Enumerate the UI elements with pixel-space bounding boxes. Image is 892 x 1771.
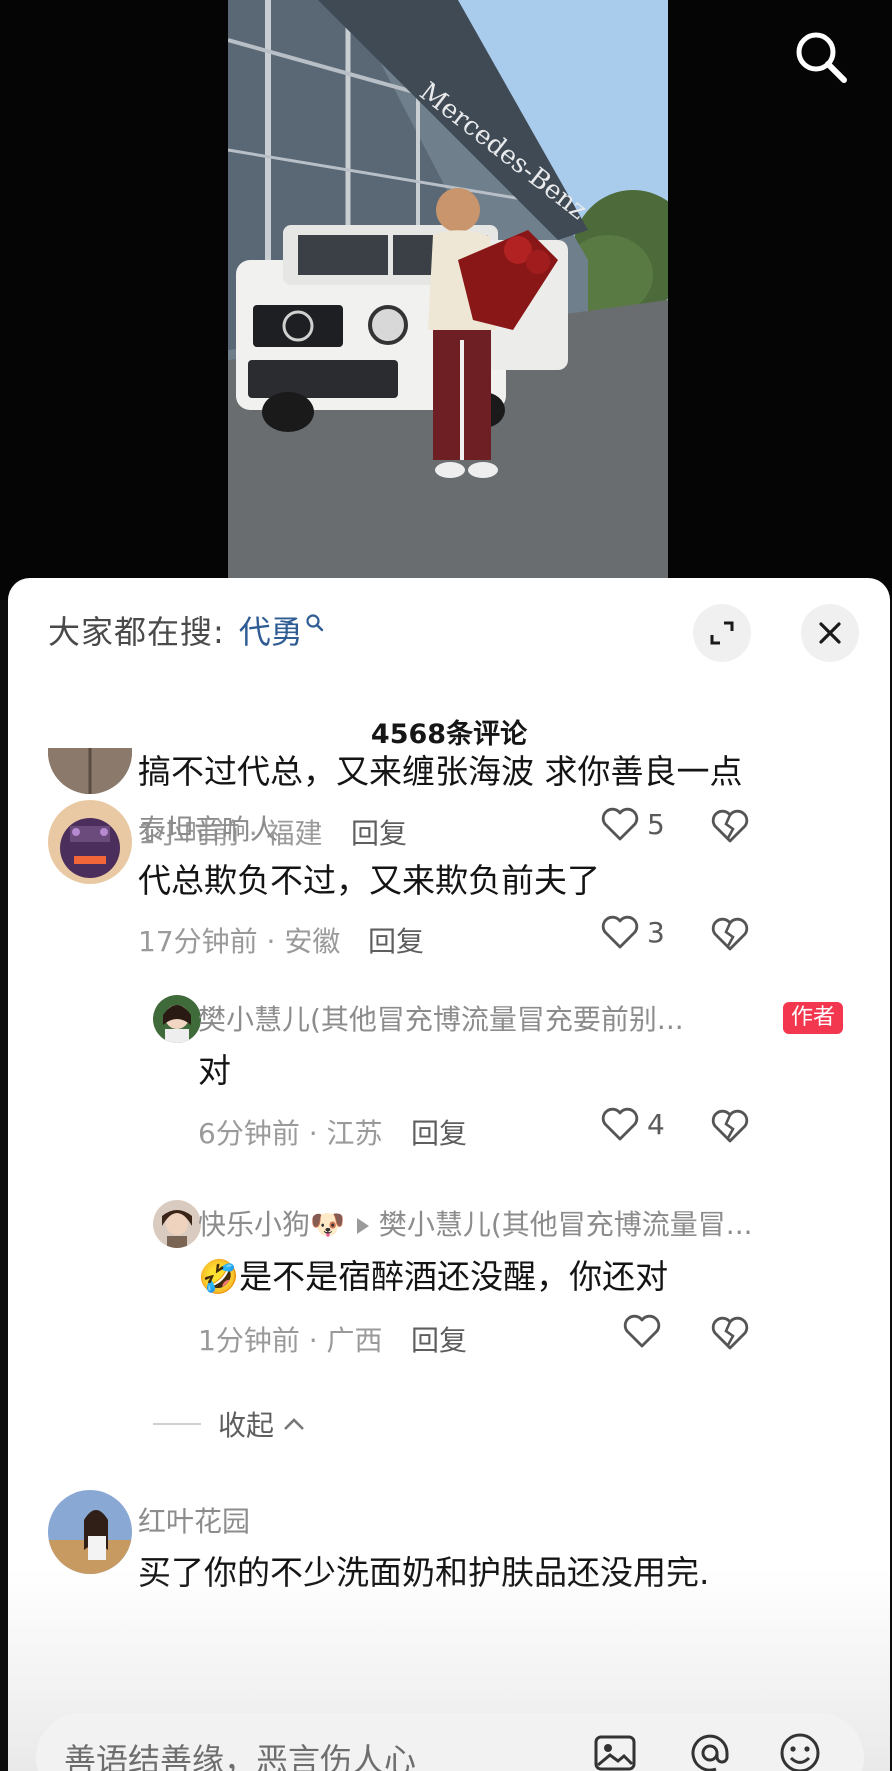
chevron-up-icon (284, 1418, 304, 1430)
comment-input-placeholder: 善语结善缘，恶言伤人心 (64, 1741, 417, 1771)
avatar-image (48, 1490, 132, 1574)
like-count: 3 (647, 915, 665, 949)
comment-text: 搞不过代总，又来缠张海波 求你善良一点 (138, 752, 743, 791)
avatar[interactable] (153, 995, 201, 1043)
comment-author[interactable]: 泰坦音响人 (138, 808, 278, 848)
avatar-image (153, 995, 201, 1043)
search-icon (796, 32, 847, 83)
reply-author-name[interactable]: 快乐小狗🐶 (198, 1208, 345, 1241)
image-icon[interactable] (591, 1729, 639, 1771)
avatar[interactable] (153, 1200, 201, 1248)
broken-heart-icon[interactable] (710, 1106, 750, 1146)
reply-meta: 1分钟前 · 广西 (198, 1324, 383, 1357)
close-icon (819, 622, 841, 644)
search-button[interactable] (790, 26, 850, 86)
expand-icon (710, 621, 734, 645)
reply-button[interactable]: 回复 (411, 1319, 467, 1359)
expand-button[interactable] (693, 604, 751, 662)
reply-author[interactable]: 快乐小狗🐶 樊小慧儿(其他冒充博流量冒... (198, 1203, 753, 1243)
emoji-icon[interactable] (776, 1729, 824, 1771)
like-button[interactable]: 4 (601, 1106, 665, 1142)
avatar-image (48, 800, 132, 884)
reply-button[interactable]: 回复 (411, 1112, 467, 1152)
avatar-image (153, 1200, 201, 1248)
heart-icon (601, 915, 639, 949)
heart-icon (601, 1107, 639, 1141)
collapse-label: 收起 (218, 1409, 275, 1442)
like-button[interactable]: 5 (601, 806, 665, 842)
video-frame: Mercedes-Benz (228, 0, 668, 578)
avatar[interactable] (48, 748, 132, 794)
heart-icon (601, 807, 639, 841)
comment-author[interactable]: 红叶花园 (138, 1500, 250, 1540)
comment-sheet: 大家都在搜: 代勇 4568条评论 搞不过代总，又来缠张海波 求你善良一点 1小… (8, 578, 890, 1771)
comment-text: 买了你的不少洗面奶和护肤品还没用完. (138, 1553, 710, 1592)
reply-button[interactable]: 回复 (368, 920, 424, 960)
collapse-divider (153, 1423, 201, 1425)
like-button[interactable]: 3 (601, 914, 665, 950)
like-count: 5 (647, 807, 665, 841)
author-badge: 作者 (783, 1002, 844, 1034)
reply-text: 对 (198, 1051, 231, 1090)
reply-arrow-icon (356, 1218, 369, 1234)
trending-keyword-link[interactable]: 代勇 (239, 607, 303, 653)
avatar-image (48, 748, 132, 794)
at-mention-icon[interactable] (686, 1729, 734, 1771)
laughing-emoji-icon: 🤣 (198, 1257, 240, 1296)
comment-list: 搞不过代总，又来缠张海波 求你善良一点 1小时前 · 福建 回复 5 泰坦音响人… (8, 748, 890, 1771)
video-still-image: Mercedes-Benz (228, 0, 668, 578)
search-icon (306, 614, 324, 632)
trending-label: 大家都在搜: (48, 613, 225, 651)
reply-text-body: 是不是宿醉酒还没醒，你还对 (239, 1257, 669, 1296)
broken-heart-icon[interactable] (710, 806, 750, 846)
reply-text: 🤣是不是宿醉酒还没醒，你还对 (198, 1250, 668, 1298)
heart-icon (623, 1314, 661, 1348)
avatar[interactable] (48, 1490, 132, 1574)
reply-to-name[interactable]: 樊小慧儿(其他冒充博流量冒... (379, 1208, 753, 1241)
reply-meta: 6分钟前 · 江苏 (198, 1117, 383, 1150)
reply-author[interactable]: 樊小慧儿(其他冒充博流量冒充要前别... (198, 998, 684, 1038)
like-button[interactable] (623, 1313, 661, 1349)
comment-meta: 17分钟前 · 安徽 (138, 925, 341, 958)
broken-heart-icon[interactable] (710, 1313, 750, 1353)
video-player[interactable]: Mercedes-Benz (0, 0, 892, 600)
broken-heart-icon[interactable] (710, 914, 750, 954)
avatar[interactable] (48, 800, 132, 884)
comment-count: 4568条评论 (370, 719, 528, 750)
reply-button[interactable]: 回复 (351, 812, 407, 852)
collapse-replies-button[interactable]: 收起 (218, 1404, 306, 1444)
trending-search: 大家都在搜: 代勇 (48, 608, 325, 652)
like-count: 4 (647, 1107, 665, 1141)
comment-text: 代总欺负不过，又来欺负前夫了 (138, 861, 600, 900)
comment-input[interactable]: 善语结善缘，恶言伤人心 (36, 1713, 864, 1771)
close-button[interactable] (801, 604, 859, 662)
